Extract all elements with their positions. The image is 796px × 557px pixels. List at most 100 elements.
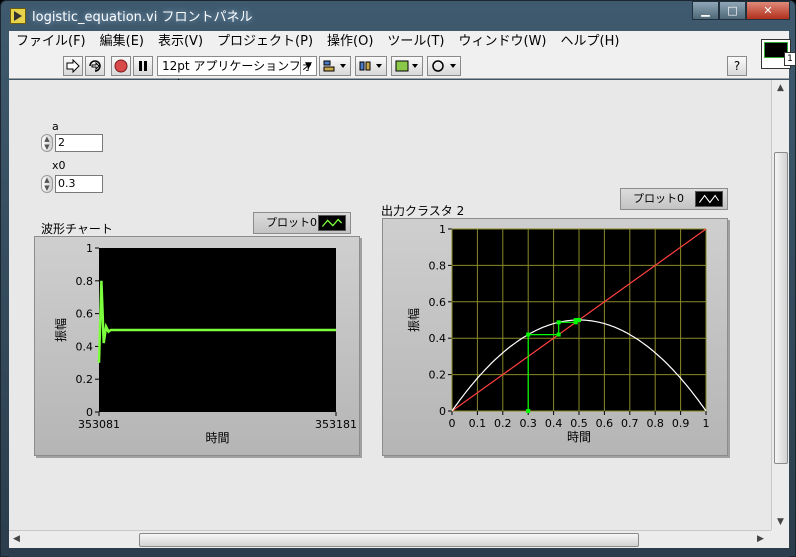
scroll-down-icon[interactable]: ▼	[777, 517, 784, 527]
waveform-chart-label: 波形チャート	[41, 222, 113, 236]
waveform-x-tick-label: 353181	[315, 418, 357, 431]
labview-window: logistic_equation.vi フロントパネル ▁ □ ✕ ファイル(…	[0, 0, 796, 557]
control-x0-increment-icon[interactable]: ▲ ▼	[41, 175, 53, 193]
title-bar[interactable]: logistic_equation.vi フロントパネル ▁ □ ✕	[1, 1, 795, 31]
distribute-objects-icon	[359, 61, 382, 71]
waveform-y-tick-label: 0.2	[76, 373, 94, 386]
menu-edit[interactable]: 編集(E)	[93, 31, 151, 53]
waveform-legend-label: プロット0	[266, 216, 317, 229]
xy-graph-legend[interactable]: プロット0	[620, 188, 728, 210]
align-objects-button[interactable]	[319, 56, 351, 76]
control-x0-input[interactable]: 0.3	[55, 175, 103, 193]
menu-view[interactable]: 表示(V)	[151, 31, 210, 53]
xy-series-point	[526, 409, 531, 413]
vi-icon-pane[interactable]: 1	[761, 39, 796, 69]
vertical-scrollbar[interactable]: ▲ ▼	[771, 80, 789, 530]
scroll-right-icon[interactable]: ▶	[757, 534, 764, 544]
vertical-scroll-thumb[interactable]	[774, 152, 788, 464]
xy-y-tick-label: 0.6	[429, 296, 447, 309]
menu-bar: ファイル(F) 編集(E) 表示(V) プロジェクト(P) 操作(O) ツール(…	[9, 31, 789, 53]
xy-x-tick-label: 0.7	[621, 417, 639, 430]
waveform-x-axis-label: 時間	[205, 431, 229, 445]
close-button[interactable]: ✕	[746, 1, 790, 20]
waveform-y-tick-label: 0.8	[76, 275, 94, 288]
control-a-increment-icon[interactable]: ▲ ▼	[41, 134, 53, 152]
waveform-y-axis-label: 振幅	[53, 318, 68, 342]
xy-series-point	[556, 320, 561, 325]
help-button[interactable]: ?	[727, 56, 747, 76]
maximize-button[interactable]: □	[719, 1, 746, 20]
control-a-label: a	[52, 120, 59, 133]
xy-x-tick-label: 1	[703, 417, 710, 430]
run-continuously-icon	[89, 60, 101, 72]
xy-y-tick-label: 0	[439, 405, 446, 418]
xy-series-point	[526, 332, 531, 337]
xy-series-point	[577, 318, 581, 322]
xy-x-tick-label: 0.2	[494, 417, 512, 430]
xy-legend-label: プロット0	[633, 192, 684, 205]
toolbar: 12pt アプリケーションフォント ▼ ?	[9, 53, 789, 91]
xy-graph-svg: 0 0.2 0.4 0.6 0.8 1 0 0.1 0.2 0.3 0.4 0.5 0.6 0.7 0.8 0…	[406, 223, 710, 444]
waveform-legend-swatch-icon	[318, 215, 346, 231]
chevron-down-icon: ▼	[300, 57, 316, 75]
xy-y-tick-label: 0.2	[429, 369, 447, 382]
menu-help[interactable]: ヘルプ(H)	[554, 31, 627, 53]
xy-x-tick-label: 0.5	[570, 417, 588, 430]
control-a-input[interactable]: 2	[55, 134, 103, 152]
xy-y-axis-label: 振幅	[406, 308, 421, 332]
reorder-button[interactable]	[427, 56, 461, 76]
scroll-left-icon[interactable]: ◀	[13, 534, 20, 544]
scroll-corner	[771, 530, 789, 548]
xy-x-tick-label: 0.1	[469, 417, 487, 430]
xy-y-tick-label: 0.8	[429, 259, 447, 272]
abort-icon	[114, 59, 128, 73]
xy-graph: 0 0.2 0.4 0.6 0.8 1 0 0.1 0.2 0.3 0.4 0.5 0.6 0.7 0.8 0…	[382, 218, 728, 456]
resize-objects-icon	[395, 60, 418, 72]
horizontal-scrollbar[interactable]: ◀ ▶	[9, 530, 771, 548]
control-x0-label: x0	[52, 159, 66, 172]
run-arrow-icon	[66, 59, 80, 73]
menu-operate[interactable]: 操作(O)	[320, 31, 380, 53]
align-objects-icon	[323, 60, 346, 72]
run-continuously-button[interactable]	[85, 56, 105, 76]
scroll-up-icon[interactable]: ▲	[777, 83, 784, 93]
xy-x-axis-label: 時間	[567, 430, 591, 444]
status-bar	[9, 548, 789, 557]
menu-window[interactable]: ウィンドウ(W)	[452, 31, 554, 53]
reorder-icon	[432, 60, 456, 72]
xy-x-tick-label: 0.4	[545, 417, 563, 430]
waveform-chart-legend[interactable]: プロット0	[253, 212, 351, 234]
xy-x-tick-label: 0	[449, 417, 456, 430]
minimize-button[interactable]: ▁	[692, 1, 719, 20]
xy-series-point	[556, 332, 561, 337]
run-button[interactable]	[63, 56, 83, 76]
labview-vi-icon	[10, 8, 26, 24]
menu-tools[interactable]: ツール(T)	[380, 31, 451, 53]
abort-button[interactable]	[111, 56, 131, 76]
waveform-chart-svg: 00.20.40.60.81353081 353181時間振幅	[53, 242, 357, 445]
distribute-objects-button[interactable]	[355, 56, 387, 76]
connector-pane[interactable]: 1	[784, 52, 796, 66]
pause-button[interactable]	[133, 56, 153, 76]
font-selector[interactable]: 12pt アプリケーションフォント ▼	[157, 56, 317, 91]
resize-objects-button[interactable]	[391, 56, 423, 76]
xy-x-tick-label: 0.6	[596, 417, 614, 430]
waveform-y-tick-label: 1	[86, 242, 93, 255]
horizontal-scroll-thumb[interactable]	[139, 533, 639, 547]
waveform-y-tick-label: 0.4	[76, 340, 94, 353]
xy-graph-label: 出力クラスタ 2	[381, 204, 465, 218]
menu-file[interactable]: ファイル(F)	[9, 31, 93, 53]
waveform-chart: 0 0.2 0.4 0.6 0.8 1 353081 353181 時間 振幅	[34, 236, 360, 456]
window-title: logistic_equation.vi フロントパネル	[32, 10, 253, 25]
xy-x-tick-label: 0.9	[672, 417, 690, 430]
xy-legend-swatch-icon	[695, 191, 723, 207]
xy-x-tick-label: 0.3	[519, 417, 537, 430]
xy-y-tick-label: 0.4	[429, 332, 447, 345]
front-panel: a ▲ ▼ 2 x0 ▲ ▼ 0.3 波形チャート プロット0 0 0.2 0.4 0.6…	[9, 80, 771, 530]
xy-y-tick-label: 1	[439, 223, 446, 236]
pause-icon	[139, 61, 147, 71]
menu-project[interactable]: プロジェクト(P)	[210, 31, 320, 53]
waveform-x-tick-label: 353081	[78, 418, 120, 431]
waveform-y-tick-label: 0.6	[76, 308, 94, 321]
xy-x-tick-label: 0.8	[646, 417, 664, 430]
